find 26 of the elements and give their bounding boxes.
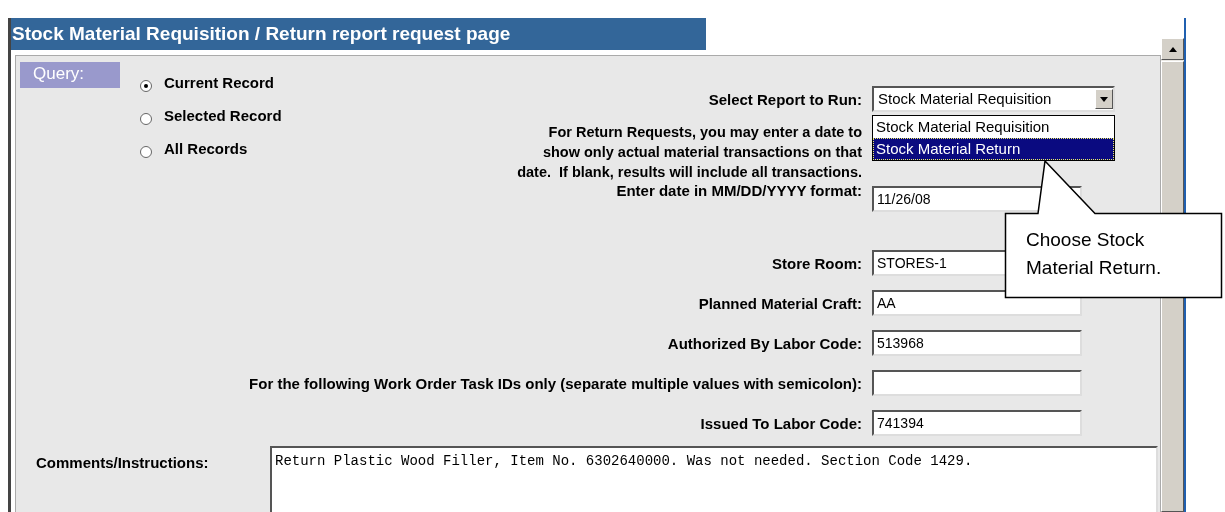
field-label: Select Report to Run: xyxy=(707,90,862,110)
query-label: Query: xyxy=(20,62,120,88)
radio-button[interactable] xyxy=(140,80,152,92)
radio-label: Selected Record xyxy=(164,105,282,126)
report-select[interactable]: Stock Material Requisition xyxy=(872,86,1115,112)
field-label: Issued To Labor Code: xyxy=(699,414,862,434)
page-title: Stock Material Requisition / Return report request page xyxy=(11,18,706,50)
input-field[interactable]: 513968 xyxy=(872,330,1082,356)
field-label: Enter date in MM/DD/YYYY format: xyxy=(615,181,862,201)
comments-field[interactable]: Return Plastic Wood Filler, Item No. 6302640000. Was not needed. Section Code 1429. xyxy=(270,446,1158,512)
field-label: Comments/Instructions: xyxy=(35,453,210,473)
up-arrow-icon xyxy=(1168,46,1177,52)
field-label: Planned Material Craft: xyxy=(697,294,862,314)
radio-button[interactable] xyxy=(140,113,152,125)
radio-label: All Records xyxy=(164,138,248,159)
radio-label: Current Record xyxy=(164,72,275,93)
scroll-up-button[interactable] xyxy=(1161,38,1184,60)
field-label: Store Room: xyxy=(771,254,862,274)
input-field[interactable] xyxy=(872,370,1082,396)
input-field[interactable]: 741394 xyxy=(872,410,1082,436)
dropdown-option[interactable]: Stock Material Return xyxy=(873,138,1114,160)
date-note: For Return Requests, you may enter a date to show only actual material transactions on that date. If blank, results will include all transactions. xyxy=(516,123,862,182)
field-label: For the following Work Order Task IDs only (separate multiple values with semicolon): xyxy=(248,374,862,394)
field-label: Authorized By Labor Code: xyxy=(666,334,862,354)
radio-button[interactable] xyxy=(140,146,152,158)
dropdown-option[interactable]: Stock Material Requisition xyxy=(873,116,1114,138)
